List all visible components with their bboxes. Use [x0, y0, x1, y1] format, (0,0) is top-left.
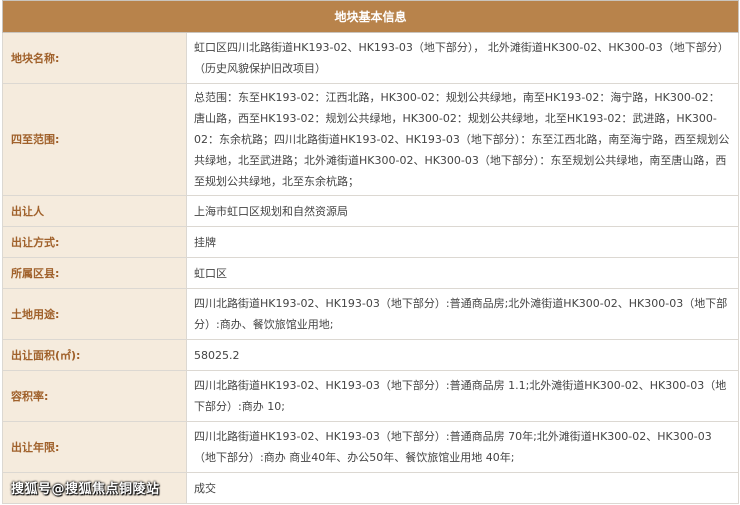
table-row-term: 出让年限: 四川北路街道HK193-02、HK193-03（地下部分）:普通商品…: [2, 421, 740, 473]
row-value: 上海市虹口区规划和自然资源局: [185, 195, 740, 227]
row-label: 地块名称:: [2, 32, 187, 84]
table-row-boundaries: 四至范围: 总范围：东至HK193-02：江西北路，HK300-02：规划公共绿…: [2, 83, 740, 196]
row-label: 出让面积(㎡):: [2, 339, 187, 371]
row-value: 成交: [185, 472, 740, 504]
table-title: 地块基本信息: [1, 0, 740, 33]
table-row-transferor: 出让人 上海市虹口区规划和自然资源局: [2, 195, 740, 227]
table-row-land-name: 地块名称: 虹口区四川北路街道HK193-02、HK193-03（地下部分）， …: [2, 32, 740, 84]
row-label: 容积率:: [2, 370, 187, 422]
row-value: 四川北路街道HK193-02、HK193-03（地下部分）:普通商品房;北外滩街…: [185, 288, 740, 340]
table-row-transfer-method: 出让方式: 挂牌: [2, 226, 740, 258]
table-row-plot-ratio: 容积率: 四川北路街道HK193-02、HK193-03（地下部分）:普通商品房…: [2, 370, 740, 422]
row-value: 58025.2: [185, 339, 740, 371]
row-label: 四至范围:: [2, 83, 187, 196]
row-label: 出让年限:: [2, 421, 187, 473]
row-value: 总范围：东至HK193-02：江西北路，HK300-02：规划公共绿地，南至HK…: [185, 83, 740, 196]
row-value: 挂牌: [185, 226, 740, 258]
row-value: 四川北路街道HK193-02、HK193-03（地下部分）:普通商品房 1.1;…: [185, 370, 740, 422]
row-label: 出让人: [2, 195, 187, 227]
watermark-text: 搜狐号@搜狐焦点铜陵站: [11, 482, 160, 497]
table-row-land-use: 土地用途: 四川北路街道HK193-02、HK193-03（地下部分）:普通商品…: [2, 288, 740, 340]
land-info-table: 地块基本信息 地块名称: 虹口区四川北路街道HK193-02、HK193-03（…: [1, 0, 740, 504]
table-row-area: 出让面积(㎡): 58025.2: [2, 339, 740, 371]
row-label: 所属区县:: [2, 257, 187, 289]
row-value: 四川北路街道HK193-02、HK193-03（地下部分）:普通商品房 70年;…: [185, 421, 740, 473]
land-info-panel: 地块基本信息 地块名称: 虹口区四川北路街道HK193-02、HK193-03（…: [1, 0, 740, 504]
table-row-district: 所属区县: 虹口区: [2, 257, 740, 289]
row-value: 虹口区四川北路街道HK193-02、HK193-03（地下部分）， 北外滩街道H…: [185, 32, 740, 84]
row-label: 出让方式:: [2, 226, 187, 258]
row-label: 土地用途:: [2, 288, 187, 340]
row-value: 虹口区: [185, 257, 740, 289]
